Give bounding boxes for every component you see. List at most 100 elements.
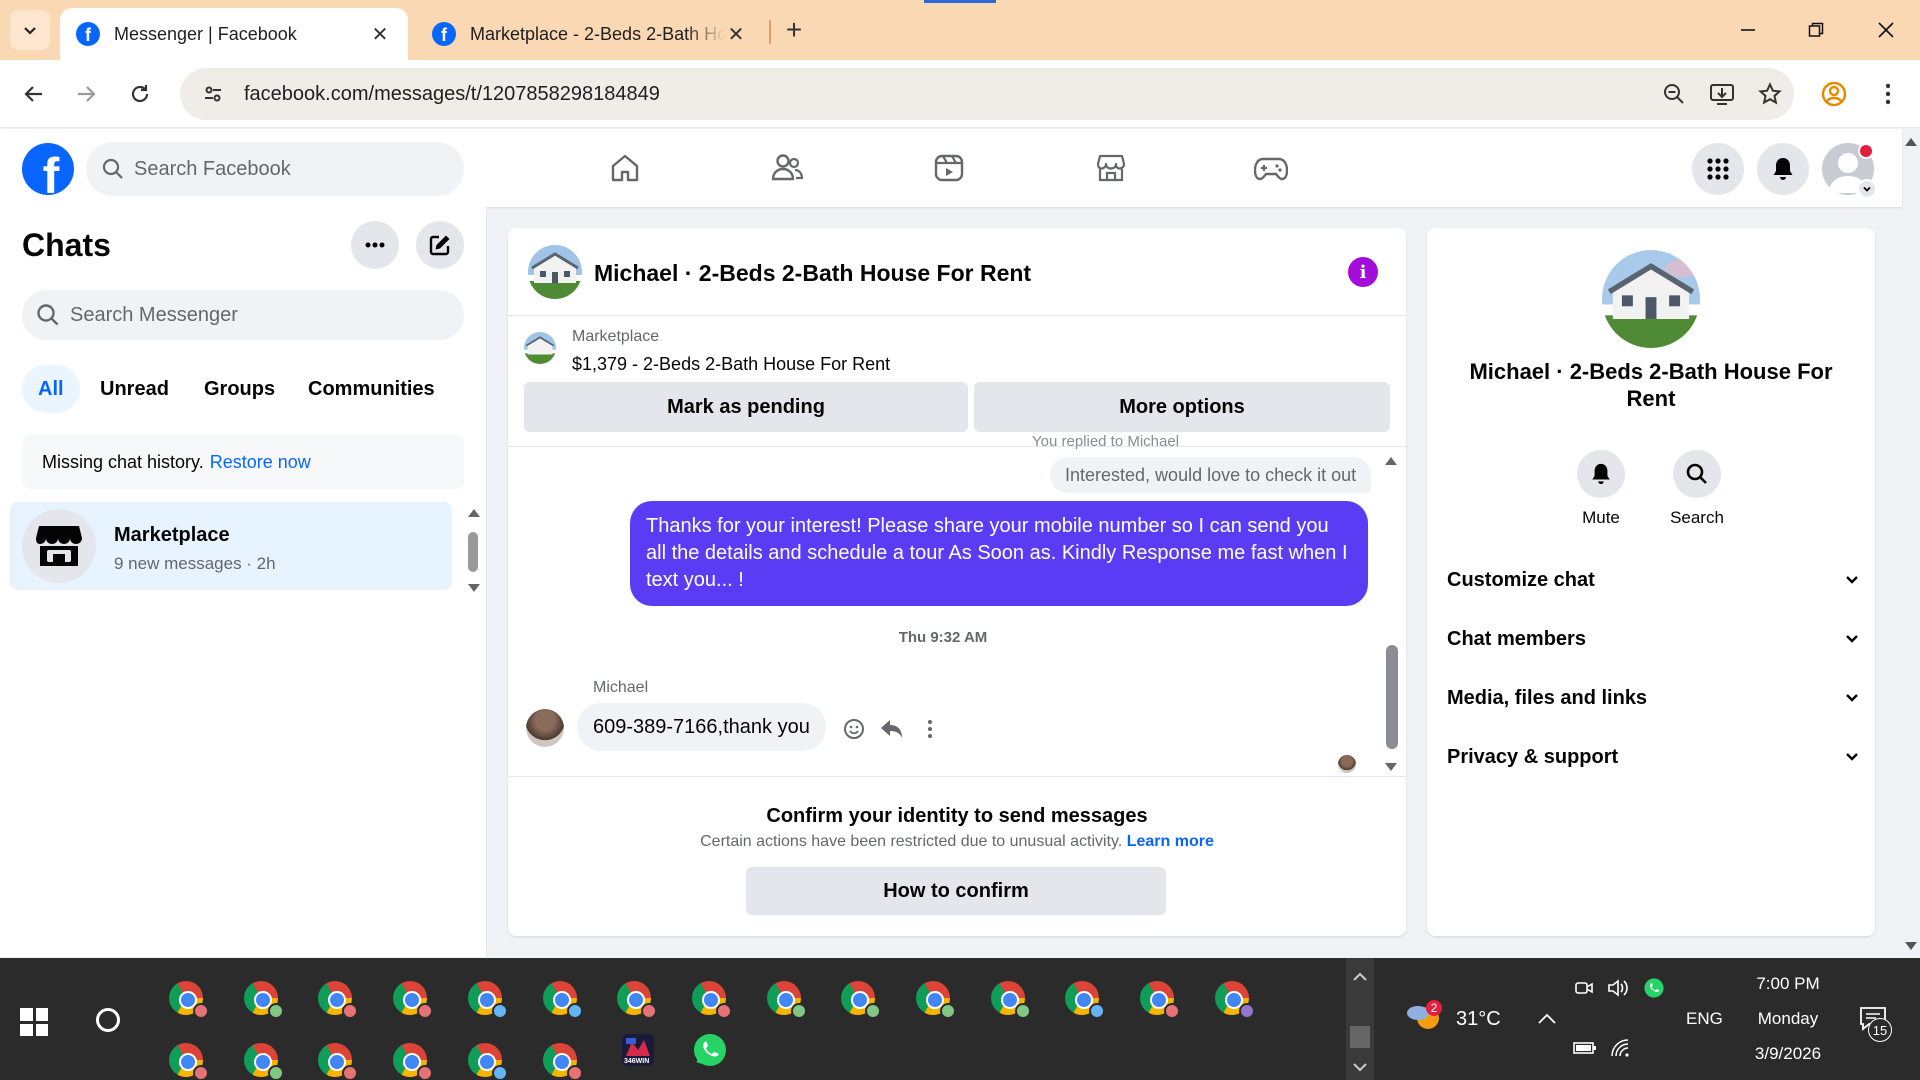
minimize-button[interactable] [1718,10,1778,50]
restore-now-link[interactable]: Restore now [210,452,311,473]
clock-time[interactable]: 7:00 PM [1752,974,1824,994]
input-language[interactable]: ENG [1686,1009,1723,1029]
listing-summary[interactable]: $1,379 - 2-Beds 2-Bath House For Rent [572,354,890,375]
chat-options-button[interactable] [351,221,399,269]
conversation-info-button[interactable]: i [1348,257,1378,287]
bookmark-button[interactable] [1746,74,1794,114]
search-action[interactable]: Search [1657,450,1737,528]
nav-marketplace[interactable] [1046,139,1176,197]
messenger-search[interactable] [22,290,464,340]
taskbar-chrome-profile[interactable] [315,1040,359,1080]
close-tab-icon[interactable]: ✕ [368,22,392,46]
sidebar-scrollbar-thumb[interactable] [468,532,478,572]
address-bar[interactable]: facebook.com/messages/t/1207858298184849 [180,68,1794,120]
back-button[interactable] [14,74,54,114]
incoming-message[interactable]: 609-389-7166,thank you [577,703,826,751]
url-text[interactable]: facebook.com/messages/t/1207858298184849 [244,83,1650,106]
taskbar-chrome-profile[interactable] [764,978,807,1019]
message-thread[interactable]: You replied to Michael Interested, would… [508,433,1406,777]
nav-home[interactable] [560,139,690,197]
page-scroll-up[interactable] [1904,134,1918,152]
taskbar-chrome-profile[interactable] [1137,978,1181,1019]
account-chevron[interactable] [1857,179,1877,199]
quoted-message[interactable]: Interested, would love to check it out [1050,457,1372,493]
facebook-logo[interactable]: f [22,143,74,195]
search-in-conversation-button[interactable] [1673,450,1721,498]
taskbar-chrome-profile[interactable] [689,978,732,1019]
taskbar-chrome-profile[interactable] [913,978,956,1019]
facebook-search-input[interactable] [134,157,434,181]
taskbar-chrome-profile[interactable] [988,978,1031,1019]
nav-video[interactable] [884,139,1014,197]
network-tray-button[interactable] [1608,1036,1634,1060]
reply-button[interactable] [878,715,906,743]
filter-communities[interactable]: Communities [292,365,451,413]
new-message-button[interactable] [416,221,464,269]
section-customize-chat[interactable]: Customize chat [1447,554,1859,606]
mute-button[interactable] [1577,450,1625,498]
taskbar-chrome-profile[interactable] [166,978,209,1019]
taskbar-chrome-profile[interactable] [1212,978,1255,1019]
close-tab-icon[interactable]: ✕ [724,22,748,46]
show-hidden-icons-button[interactable] [1534,1006,1560,1032]
profile-button[interactable] [1814,74,1854,114]
page-scroll-down[interactable] [1904,938,1918,956]
chat-list-item[interactable]: Marketplace 9 new messages · 2h [10,502,452,590]
taskbar-app-346win[interactable]: 346WIN [618,1030,658,1070]
notifications-button[interactable] [1757,143,1809,195]
install-app-button[interactable] [1698,74,1746,114]
tab-messenger[interactable]: f Messenger | Facebook ✕ [60,8,408,60]
forward-button[interactable] [66,74,106,114]
menu-button[interactable] [1692,143,1744,195]
cortana-search-button[interactable] [96,1008,120,1032]
new-tab-button[interactable]: + [776,12,812,48]
more-options-button[interactable]: More options [974,382,1390,432]
browser-menu-button[interactable] [1868,74,1908,114]
listing-thumbnail[interactable] [524,332,556,364]
sidebar-scroll-down[interactable] [467,580,481,598]
section-media-files-links[interactable]: Media, files and links [1447,672,1859,724]
filter-all[interactable]: All [22,365,80,413]
taskbar-chrome-profile[interactable] [465,978,508,1019]
zoom-button[interactable] [1650,74,1698,114]
close-window-button[interactable] [1856,10,1916,50]
listing-profile-image[interactable] [1602,250,1700,348]
thread-scroll-down[interactable] [1384,759,1398,777]
taskbar-chrome-profile[interactable] [241,978,284,1019]
taskbar-chrome-profile[interactable] [540,978,583,1019]
outgoing-message[interactable]: Thanks for your interest! Please share y… [630,501,1368,606]
clock-date[interactable]: 3/9/2026 [1740,1044,1836,1064]
site-info-button[interactable] [188,83,238,105]
windows-start-button[interactable] [20,1008,48,1036]
mark-pending-button[interactable]: Mark as pending [524,382,968,432]
taskbar-app-whatsapp[interactable] [690,1030,730,1070]
taskbar-scroll-thumb[interactable] [1350,1026,1370,1048]
restore-button[interactable] [1786,10,1846,50]
taskbar-chrome-profile[interactable] [540,1040,583,1080]
volume-tray-button[interactable] [1606,976,1630,1000]
message-more-button[interactable] [916,715,944,743]
taskbar-chrome-profile[interactable] [614,978,658,1019]
battery-tray-button[interactable] [1572,1036,1598,1060]
sidebar-scroll-up[interactable] [467,505,481,523]
tab-marketplace[interactable]: f Marketplace - 2-Beds 2-Bath House For … [416,8,764,60]
taskbar-chrome-profile[interactable] [465,1040,508,1080]
reload-button[interactable] [120,74,160,114]
mute-action[interactable]: Mute [1561,450,1641,528]
clock-day[interactable]: Monday [1744,1009,1832,1029]
conversation-title[interactable]: Michael · 2-Beds 2-Bath House For Rent [594,260,1031,287]
taskbar-chrome-profile[interactable] [166,1040,209,1080]
learn-more-link[interactable]: Learn more [1127,833,1214,850]
weather-temperature[interactable]: 31°C [1456,1008,1501,1031]
taskbar-chrome-profile[interactable] [390,1040,434,1080]
how-to-confirm-button[interactable]: How to confirm [746,867,1166,915]
meet-now-tray-button[interactable] [1572,976,1596,1000]
whatsapp-tray-button[interactable] [1640,974,1668,1002]
nav-gaming[interactable] [1206,139,1336,197]
react-button[interactable] [840,715,868,743]
thread-scroll-up[interactable] [1384,453,1398,471]
taskbar-chrome-profile[interactable] [838,978,882,1019]
taskbar-scroll[interactable] [1346,958,1374,1080]
filter-groups[interactable]: Groups [188,365,291,413]
messenger-search-input[interactable] [70,303,440,327]
